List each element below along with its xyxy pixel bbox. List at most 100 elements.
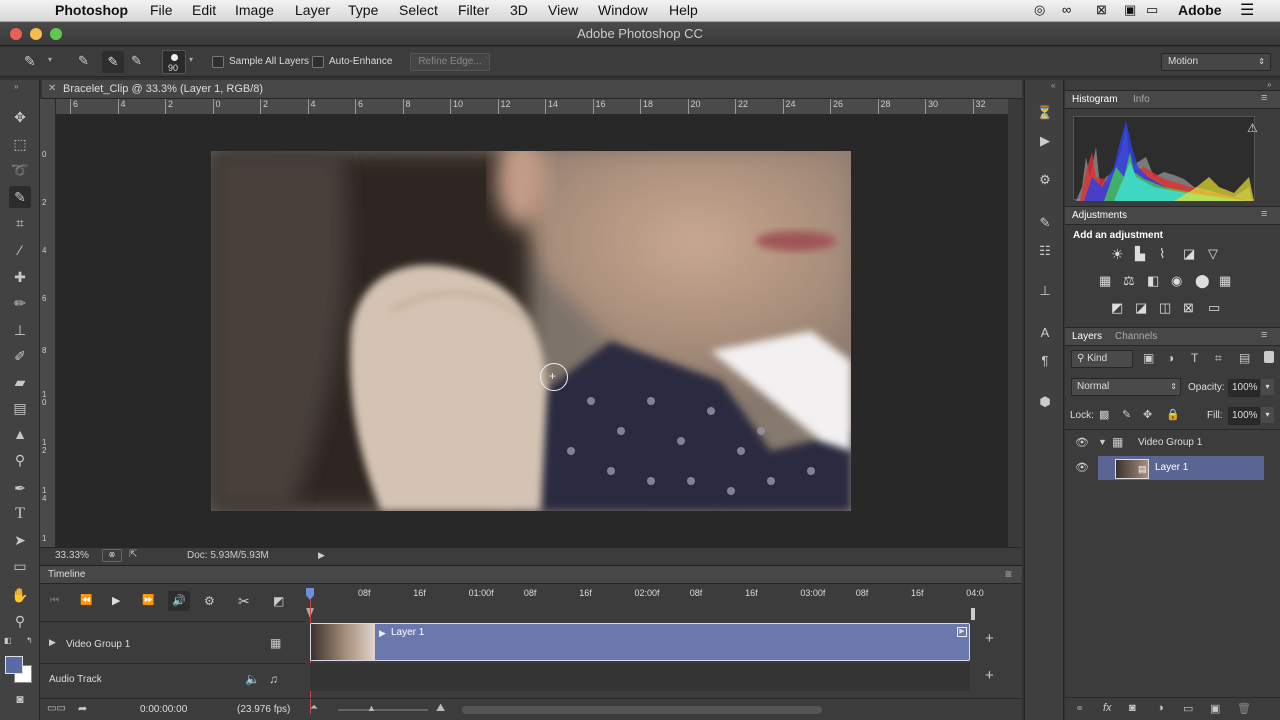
audio-mute-icon[interactable]: 🔈 bbox=[245, 672, 260, 686]
black-white-icon[interactable]: ◧ bbox=[1147, 273, 1159, 289]
layer-row-layer-1[interactable]: 👁 ▤ Layer 1 bbox=[1065, 456, 1265, 480]
timeline-zoom-slider[interactable] bbox=[338, 709, 428, 711]
new-selection-icon[interactable]: ✎ bbox=[78, 53, 89, 69]
add-audio-track-icon[interactable]: + bbox=[985, 667, 994, 684]
properties-panel-icon[interactable]: ⚙ bbox=[1035, 172, 1055, 190]
lock-position-icon[interactable]: ✥ bbox=[1143, 408, 1152, 421]
eyedropper-tool-icon[interactable]: ⁄ bbox=[9, 239, 31, 261]
timeline-zoom-thumb-icon[interactable]: ▲ bbox=[367, 703, 376, 713]
workspace-switcher[interactable]: Motion ⇕ bbox=[1161, 53, 1271, 71]
lasso-tool-icon[interactable]: ➰ bbox=[9, 159, 31, 181]
opacity-input[interactable]: 100% bbox=[1228, 379, 1260, 397]
rectangle-tool-icon[interactable]: ▭ bbox=[9, 555, 31, 577]
threshold-icon[interactable]: ◫ bbox=[1159, 300, 1171, 316]
work-area-end-handle[interactable] bbox=[971, 608, 975, 620]
3d-panel-icon[interactable]: ⬢ bbox=[1035, 394, 1055, 412]
posterize-icon[interactable]: ◪ bbox=[1135, 300, 1147, 316]
audio-track-lane[interactable] bbox=[310, 663, 970, 691]
expand-dock-icon[interactable]: « bbox=[1051, 81, 1055, 90]
collapse-panels-icon[interactable]: » bbox=[1267, 80, 1271, 89]
hand-tool-icon[interactable]: ✋ bbox=[9, 584, 31, 606]
dodge-tool-icon[interactable]: ⚲ bbox=[9, 449, 31, 471]
menu-layer[interactable]: Layer bbox=[295, 2, 330, 18]
add-to-selection-icon[interactable]: ✎ bbox=[102, 51, 124, 73]
fill-input[interactable]: 100% bbox=[1228, 407, 1260, 425]
adobe-menu[interactable]: Adobe bbox=[1178, 2, 1222, 18]
healing-brush-tool-icon[interactable]: ✚ bbox=[9, 266, 31, 288]
menu-image[interactable]: Image bbox=[235, 2, 274, 18]
current-timecode[interactable]: 0:00:00:00 bbox=[140, 704, 187, 715]
color-balance-icon[interactable]: ⚖ bbox=[1123, 273, 1135, 289]
vertical-ruler[interactable]: 0 2 4 6 8 1 0 1 2 1 4 1 bbox=[40, 99, 56, 547]
hue-saturation-icon[interactable]: ▦ bbox=[1099, 273, 1111, 289]
add-media-icon[interactable]: ▦ bbox=[270, 636, 281, 650]
move-tool-icon[interactable]: ✥ bbox=[9, 106, 31, 128]
status-menu-icon[interactable]: ▶ bbox=[318, 550, 325, 561]
marquee-tool-icon[interactable]: ⬚ bbox=[9, 133, 31, 155]
foreground-color-swatch[interactable] bbox=[5, 656, 23, 674]
opacity-dropdown-icon[interactable]: ▾ bbox=[1261, 379, 1274, 395]
brightness-contrast-icon[interactable]: ☀ bbox=[1111, 246, 1124, 263]
menu-select[interactable]: Select bbox=[399, 2, 438, 18]
visibility-eye-icon[interactable]: 👁 bbox=[1075, 461, 1089, 474]
filter-pixel-icon[interactable]: ▣ bbox=[1143, 351, 1154, 365]
clone-source-icon[interactable]: ⊥ bbox=[1035, 283, 1055, 301]
layer-filter-kind-select[interactable]: ⚲ Kind bbox=[1071, 350, 1133, 368]
menu-help[interactable]: Help bbox=[669, 2, 698, 18]
brush-dropdown-icon[interactable]: ▾ bbox=[189, 55, 193, 64]
refine-edge-button[interactable]: Refine Edge... bbox=[410, 53, 490, 71]
info-tab[interactable]: Info bbox=[1133, 94, 1150, 105]
canvas-vertical-scrollbar[interactable] bbox=[1008, 99, 1022, 547]
lock-image-pixels-icon[interactable]: ✎ bbox=[1122, 408, 1131, 421]
new-layer-icon[interactable]: ▣ bbox=[1210, 702, 1220, 715]
crop-tool-icon[interactable]: ⌗ bbox=[9, 212, 31, 234]
delete-layer-icon[interactable]: 🗑 bbox=[1237, 702, 1251, 715]
new-group-icon[interactable]: ▭ bbox=[1183, 702, 1193, 715]
character-panel-icon[interactable]: A bbox=[1035, 325, 1055, 343]
clone-stamp-tool-icon[interactable]: ⊥ bbox=[9, 319, 31, 341]
tool-preset-dropdown-icon[interactable]: ▾ bbox=[48, 55, 52, 64]
video-clip[interactable]: ▶ Layer 1 ▶ bbox=[310, 623, 970, 661]
swap-colors-icon[interactable]: ↰ bbox=[26, 636, 33, 645]
gradient-map-icon[interactable]: ▭ bbox=[1208, 300, 1220, 316]
exposure-icon[interactable]: ◪ bbox=[1183, 246, 1195, 262]
brush-presets-icon[interactable]: ☷ bbox=[1035, 243, 1055, 261]
next-frame-icon[interactable]: ⏩ bbox=[142, 595, 154, 606]
quick-selection-tool-icon[interactable]: ✎ bbox=[24, 53, 36, 70]
group-collapse-icon[interactable]: ▼ bbox=[1098, 437, 1107, 447]
clip-expand-icon[interactable]: ▶ bbox=[379, 628, 386, 639]
collapse-tools-icon[interactable]: » bbox=[14, 82, 18, 91]
zoom-in-timeline-icon[interactable]: ⛰ bbox=[436, 702, 445, 715]
photo-filter-icon[interactable]: ◉ bbox=[1171, 273, 1182, 289]
visibility-eye-icon[interactable]: 👁 bbox=[1075, 436, 1089, 449]
audio-music-icon[interactable]: ♫ bbox=[269, 672, 278, 686]
document-image[interactable] bbox=[211, 151, 851, 511]
adjustments-tab[interactable]: Adjustments bbox=[1072, 210, 1127, 221]
brush-tool-icon[interactable]: ✏ bbox=[9, 292, 31, 314]
display-icon[interactable]: ▭ bbox=[1146, 2, 1158, 18]
history-brush-tool-icon[interactable]: ✐ bbox=[9, 345, 31, 367]
channels-tab[interactable]: Channels bbox=[1115, 331, 1157, 342]
auto-enhance-checkbox[interactable] bbox=[312, 56, 324, 68]
layer-style-icon[interactable]: fx bbox=[1103, 702, 1112, 714]
expand-track-icon[interactable]: ▶ bbox=[49, 637, 56, 648]
menu-view[interactable]: View bbox=[548, 2, 578, 18]
horizontal-ruler[interactable]: 6 4 2 0 2 4 6 8 10 12 14 16 18 20 22 24 26 28 30 32 bbox=[56, 99, 1008, 115]
quick-mask-icon[interactable]: ◙ bbox=[9, 688, 31, 710]
menu-file[interactable]: File bbox=[150, 2, 173, 18]
selective-color-icon[interactable]: ⊠ bbox=[1183, 300, 1194, 316]
zoom-tool-icon[interactable]: ⚲ bbox=[9, 610, 31, 632]
blend-mode-select[interactable]: Normal ⇕ bbox=[1071, 378, 1181, 396]
go-to-first-frame-icon[interactable]: ⏮ bbox=[50, 595, 59, 606]
quick-selection-tool-icon[interactable]: ✎ bbox=[9, 186, 31, 208]
filter-toggle-icon[interactable] bbox=[1264, 351, 1274, 363]
status-icon-4[interactable]: ▣ bbox=[1124, 2, 1136, 18]
mute-audio-icon[interactable]: 🔊 bbox=[168, 591, 190, 611]
close-window-button[interactable] bbox=[10, 28, 22, 40]
menu-edit[interactable]: Edit bbox=[192, 2, 216, 18]
document-tab[interactable]: ✕ Bracelet_Clip @ 33.3% (Layer 1, RGB/8) bbox=[42, 80, 1022, 99]
clip-options-icon[interactable]: ▶ bbox=[957, 627, 967, 637]
split-clip-icon[interactable]: ✂ bbox=[238, 593, 250, 610]
convert-frame-animation-icon[interactable]: ▭▭ bbox=[47, 703, 66, 714]
histogram-menu-icon[interactable]: ≡ bbox=[1261, 92, 1267, 104]
